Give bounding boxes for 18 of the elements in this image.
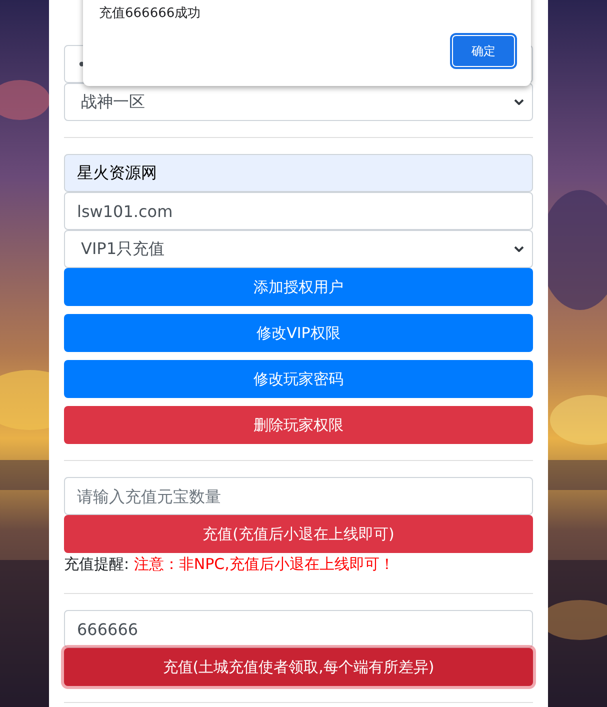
button[interactable]: 充值(土城充值使者领取,每个端有所差异): [64, 648, 533, 686]
dropdown[interactable]: 战神一区: [64, 83, 533, 121]
input-field[interactable]: 请输入充值元宝数量: [64, 477, 533, 515]
input-field[interactable]: 666666: [64, 610, 533, 648]
dialog-message: 充值666666成功: [99, 5, 202, 22]
ok-button[interactable]: 确定: [452, 35, 515, 67]
chevron-down-icon: [514, 99, 524, 105]
dropdown[interactable]: VIP1只充值: [64, 230, 533, 268]
note-text: 注意：非NPC,充值后小退在上线即可！: [134, 555, 394, 573]
button[interactable]: 修改玩家密码: [64, 360, 533, 398]
note-label: 充值提醒:: [64, 555, 130, 573]
button[interactable]: 修改VIP权限: [64, 314, 533, 352]
chevron-down-icon: [514, 246, 524, 252]
button[interactable]: 充值(充值后小退在上线即可): [64, 515, 533, 553]
button[interactable]: 删除玩家权限: [64, 406, 533, 444]
input-field[interactable]: lsw101.com: [64, 192, 533, 230]
input-field[interactable]: 星火资源网: [64, 154, 533, 192]
button[interactable]: 添加授权用户: [64, 268, 533, 306]
